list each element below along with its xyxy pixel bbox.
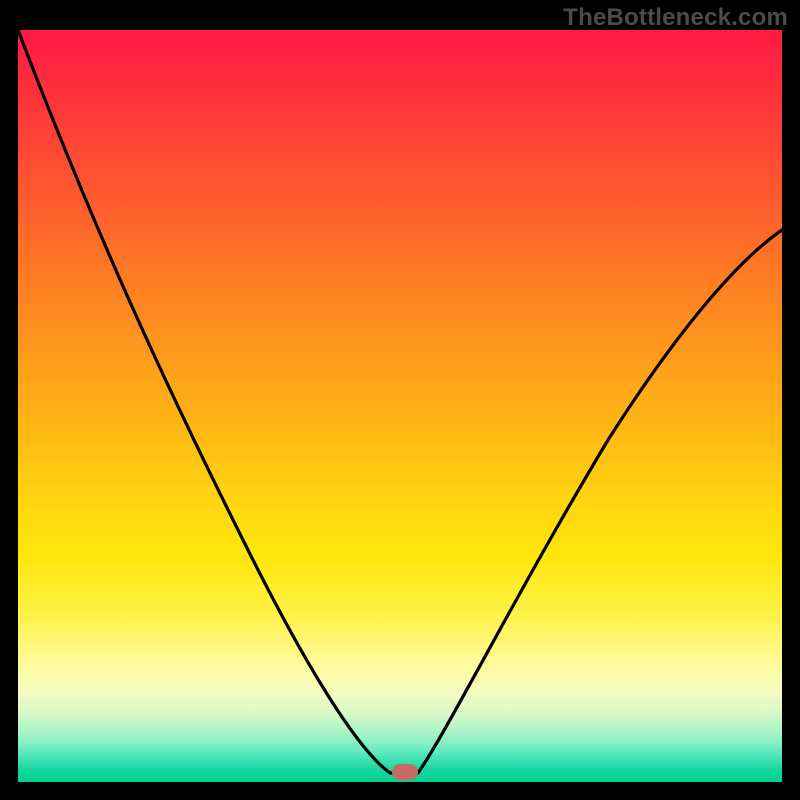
plot-area — [18, 30, 782, 782]
chart-frame: TheBottleneck.com — [0, 0, 800, 800]
watermark-text: TheBottleneck.com — [563, 4, 788, 32]
curve-path — [18, 30, 782, 773]
optimal-marker — [392, 764, 418, 780]
bottleneck-curve — [18, 30, 782, 782]
